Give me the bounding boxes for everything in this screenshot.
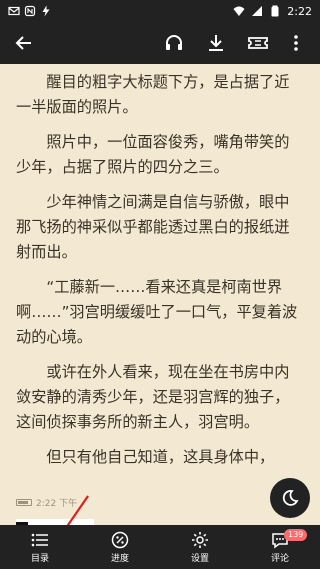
more-icon [294,35,298,51]
status-bar: 2:22 [0,0,320,22]
ticket-button[interactable] [242,27,274,59]
tab-progress[interactable]: 进度 [88,531,152,564]
reader-status: 2:22 下午 [16,496,77,509]
paragraph: 但只有他自己知道，这具身体中， [46,448,275,466]
paragraph: 或许在外人看来，现在坐在书房中内敛安静的清秀少年，还是羽宫辉的独子，这间侦探事务… [16,363,290,431]
tab-catalog[interactable]: 目录 [8,531,72,564]
reader-toolbar [0,22,320,64]
download-icon [209,35,223,51]
list-icon [31,531,49,549]
wifi-icon [233,5,245,17]
bottom-nav: 目录 进度 设置 139 评论 [0,525,320,569]
status-left [8,5,52,17]
back-button[interactable] [8,27,40,59]
comment-count-badge: 139 [284,528,308,541]
reader-battery-icon [16,499,32,506]
moon-icon [282,490,299,506]
reader-time: 2:22 下午 [36,499,78,509]
back-icon [15,36,31,50]
nfc-icon [24,5,36,17]
paragraph: 醒目的粗字大标题下方，是占据了近一半版面的照片。 [16,73,290,116]
signal-icon [251,5,263,17]
night-mode-button[interactable] [270,478,310,518]
tab-label: 设置 [190,553,209,564]
status-time: 2:22 [287,4,312,18]
status-right: 2:22 [233,5,312,18]
email-icon [8,5,20,17]
ticket-icon [248,37,268,49]
tab-label: 目录 [30,553,49,564]
paragraph: 照片中，一位面容俊秀，嘴角带笑的少年，占据了照片的四分之三。 [16,133,290,176]
percent-icon [111,531,129,549]
tab-label: 进度 [110,553,129,564]
listen-button[interactable] [158,27,190,59]
download-button[interactable] [200,27,232,59]
more-button[interactable] [280,27,312,59]
paragraph: “工藤新一……看来还真是柯南世界啊……”羽宫明缓缓吐了一口气，平复着波动的心境。 [16,278,298,346]
reading-content[interactable]: 醒目的粗字大标题下方，是占据了近一半版面的照片。 照片中，一位面容俊秀，嘴角带笑… [0,64,320,500]
paragraph: 少年神情之间满是自信与骄傲，眼中那飞扬的神采似乎都能透过黑白的报纸迸射而出。 [16,193,290,261]
headphones-icon [166,35,182,50]
settings-icon [191,531,209,549]
lightning-icon [40,5,52,17]
tab-comments[interactable]: 139 评论 [248,528,312,564]
battery-icon [269,5,281,17]
tab-label: 评论 [270,553,289,564]
tab-settings[interactable]: 设置 [168,531,232,564]
